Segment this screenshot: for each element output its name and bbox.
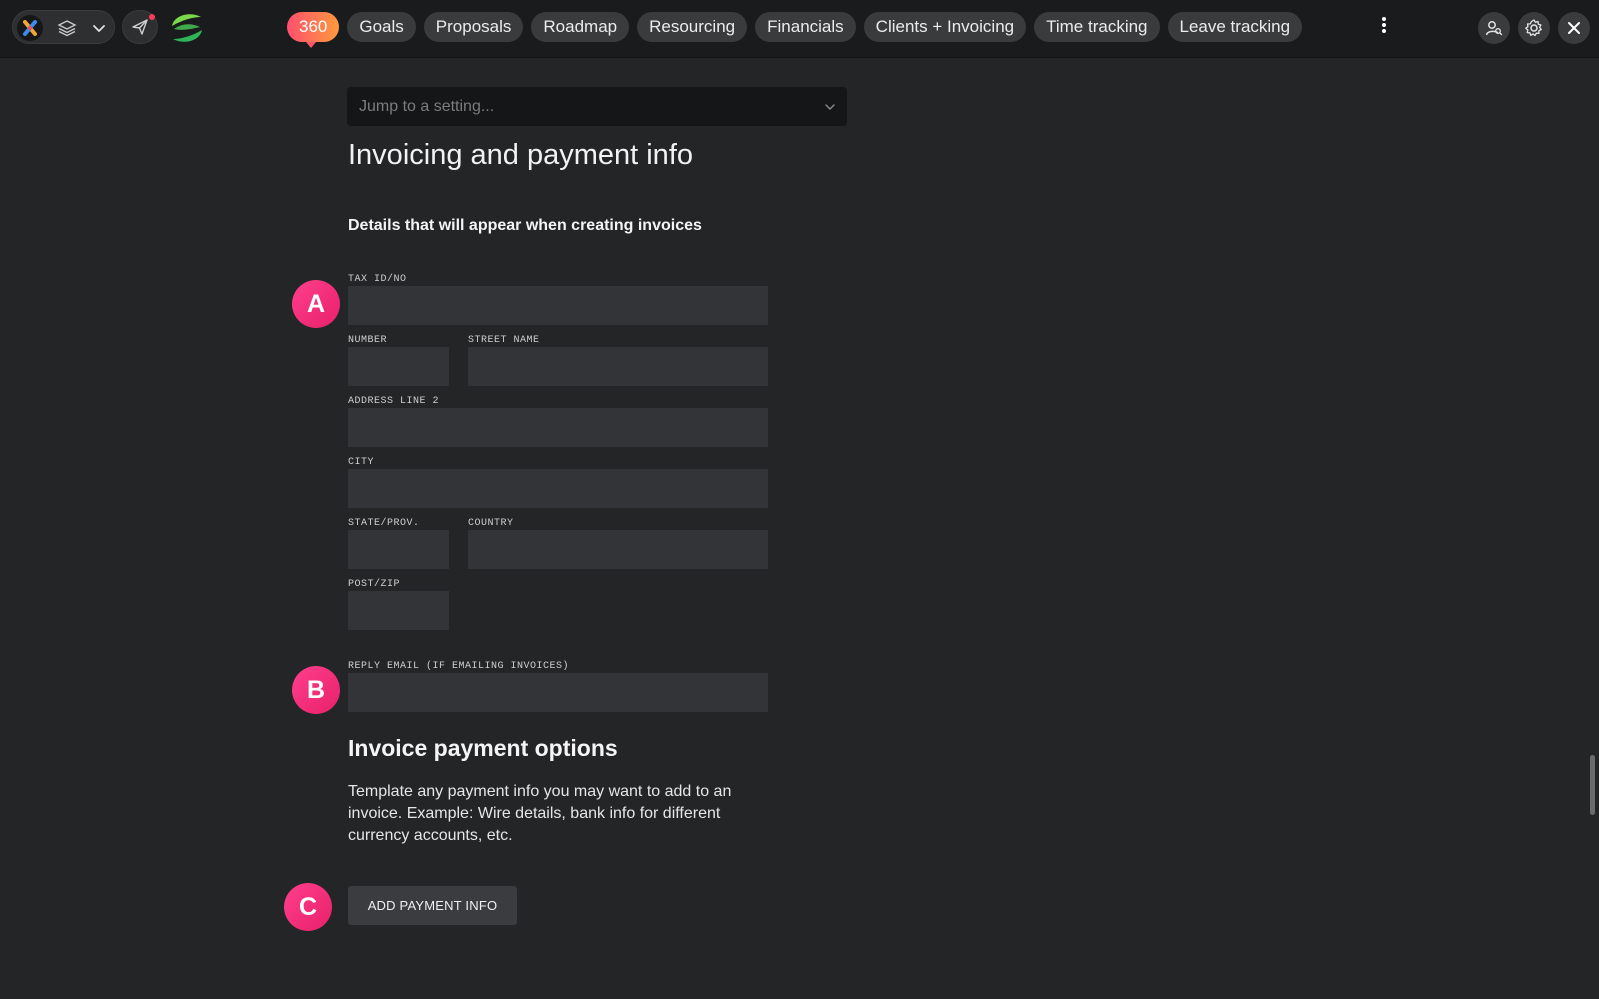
- app-logo-icon[interactable]: [17, 15, 43, 41]
- tab-resourcing[interactable]: Resourcing: [637, 12, 748, 42]
- payment-options-title: Invoice payment options: [348, 735, 618, 761]
- tab-leave-tracking[interactable]: Leave tracking: [1167, 12, 1303, 42]
- brand-logo-icon[interactable]: [168, 9, 206, 47]
- tax-id-field[interactable]: [348, 286, 768, 325]
- post-zip-label: POST/ZIP: [348, 579, 401, 590]
- send-icon: [132, 19, 148, 35]
- page-title: Invoicing and payment info: [348, 139, 693, 171]
- post-zip-field[interactable]: [348, 591, 449, 630]
- chevron-down-icon[interactable]: [823, 100, 837, 114]
- address-line-2-label: ADDRESS LINE 2: [348, 396, 440, 407]
- jump-to-setting-dropdown[interactable]: [347, 87, 847, 126]
- workspace-switcher[interactable]: [12, 10, 115, 44]
- tax-id-label: TAX ID/NO: [348, 274, 407, 285]
- payment-options-description: Template any payment info you may want t…: [348, 783, 732, 844]
- reply-email-label: REPLY EMAIL (IF EMAILING INVOICES): [348, 661, 570, 672]
- section-subtitle: Details that will appear when creating i…: [348, 217, 702, 234]
- top-navigation-bar: 360 Goals Proposals Roadmap Resourcing F…: [0, 0, 1599, 57]
- tab-360[interactable]: 360: [287, 12, 340, 48]
- address-line-2-field[interactable]: [348, 408, 768, 447]
- reply-email-field[interactable]: [348, 673, 768, 712]
- user-search-icon: [1485, 21, 1503, 36]
- state-label: STATE/PROV.: [348, 518, 420, 529]
- city-label: CITY: [348, 457, 375, 468]
- marker-a: A: [292, 280, 340, 328]
- settings-button[interactable]: [1518, 12, 1550, 44]
- more-vertical-icon[interactable]: [1381, 17, 1387, 37]
- marker-c: C: [284, 883, 332, 931]
- tab-time-tracking[interactable]: Time tracking: [1034, 12, 1160, 42]
- tab-proposals[interactable]: Proposals: [423, 12, 524, 42]
- close-icon: [1568, 22, 1580, 34]
- tab-roadmap[interactable]: Roadmap: [531, 12, 630, 42]
- add-payment-info-button[interactable]: ADD PAYMENT INFO: [348, 886, 517, 925]
- number-label: NUMBER: [348, 335, 388, 346]
- user-search-button[interactable]: [1478, 12, 1510, 44]
- chevron-down-icon[interactable]: [91, 20, 107, 36]
- number-field[interactable]: [348, 347, 449, 386]
- send-button[interactable]: [122, 10, 158, 44]
- scrollbar-thumb[interactable]: [1590, 755, 1595, 815]
- country-field[interactable]: [468, 530, 768, 569]
- close-button[interactable]: [1558, 12, 1590, 44]
- city-field[interactable]: [348, 469, 768, 508]
- tab-goals[interactable]: Goals: [347, 12, 416, 42]
- layers-icon[interactable]: [57, 19, 77, 37]
- tab-clients-invoicing[interactable]: Clients + Invoicing: [863, 12, 1027, 42]
- jump-to-setting-input[interactable]: [357, 96, 823, 117]
- marker-b: B: [292, 666, 340, 714]
- country-label: COUNTRY: [468, 518, 514, 529]
- main-tabs: 360 Goals Proposals Roadmap Resourcing F…: [287, 12, 1303, 48]
- notification-dot: [149, 14, 155, 20]
- street-name-label: STREET NAME: [468, 335, 540, 346]
- state-field[interactable]: [348, 530, 449, 569]
- street-name-field[interactable]: [468, 347, 768, 386]
- tab-financials[interactable]: Financials: [755, 12, 856, 42]
- gear-icon: [1525, 19, 1542, 37]
